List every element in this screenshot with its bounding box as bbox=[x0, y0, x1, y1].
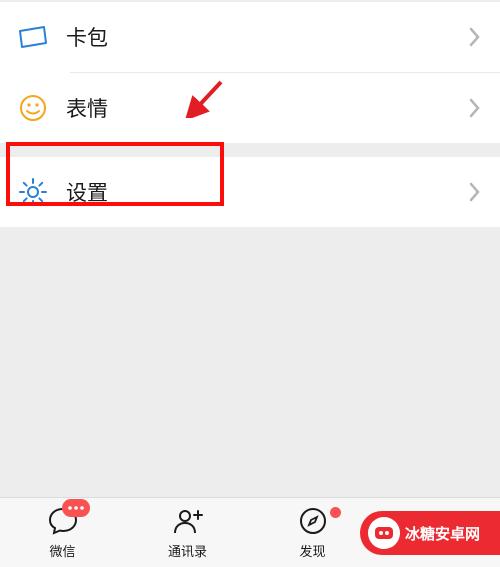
row-settings[interactable]: 设置 bbox=[0, 157, 500, 227]
row-card-package[interactable]: 卡包 bbox=[0, 2, 500, 72]
section-gap bbox=[0, 143, 500, 157]
contacts-icon bbox=[172, 505, 204, 537]
row-label: 卡包 bbox=[66, 22, 468, 52]
chevron-right-icon bbox=[468, 25, 482, 49]
chevron-right-icon bbox=[468, 96, 482, 120]
tab-contacts[interactable]: 通讯录 bbox=[125, 505, 250, 560]
row-label: 表情 bbox=[66, 93, 468, 123]
watermark-text: 冰糖安卓网 bbox=[405, 523, 480, 544]
watermark-logo-icon bbox=[368, 517, 400, 549]
tab-discover[interactable]: 发现 bbox=[250, 505, 375, 560]
gear-icon bbox=[18, 177, 48, 207]
tab-label: 发现 bbox=[299, 541, 325, 560]
row-label: 设置 bbox=[66, 177, 468, 207]
row-stickers[interactable]: 表情 bbox=[0, 73, 500, 143]
tab-chat[interactable]: 微信 bbox=[0, 505, 125, 560]
compass-icon bbox=[297, 505, 329, 537]
watermark: 冰糖安卓网 bbox=[360, 511, 500, 555]
smile-icon bbox=[18, 93, 48, 123]
chevron-right-icon bbox=[468, 180, 482, 204]
tab-label: 微信 bbox=[49, 541, 75, 560]
unread-badge bbox=[62, 499, 90, 517]
card-package-icon bbox=[18, 22, 48, 52]
notification-dot bbox=[330, 507, 341, 518]
tab-label: 通讯录 bbox=[168, 541, 207, 560]
